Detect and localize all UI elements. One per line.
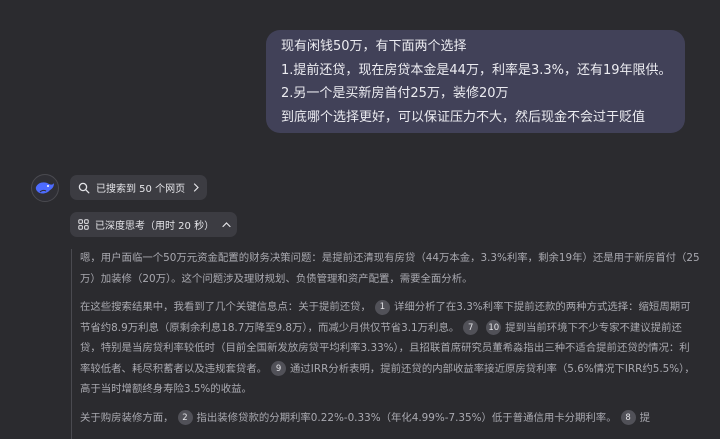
deep-think-label: 已深度思考（用时 20 秒） [95, 221, 215, 232]
user-message-line: 现有闲钱50万，有下面两个选择 [281, 39, 467, 54]
citation-badge[interactable]: 2 [177, 410, 193, 426]
thinking-text: 提 [639, 411, 650, 424]
user-message-line: 1.提前还贷，现在房贷本金是44万，利率是3.3%，还有19年限供。 [281, 62, 672, 78]
thinking-text: 在这些搜索结果中，我看到了几个关键信息点：关于提前还贷， [80, 301, 371, 313]
user-message-line: 到底哪个选择更好，可以保证压力不大，然后现金不会过于贬值 [281, 109, 646, 125]
user-message-bubble: 现有闲钱50万，有下面两个选择 1.提前还贷，现在房贷本金是44万，利率是3.3… [266, 30, 685, 133]
citation-badge[interactable]: 9 [271, 361, 287, 377]
thinking-divider [71, 249, 72, 439]
thinking-text: 关于购房装修方面， [80, 411, 174, 424]
chevron-up-icon [222, 221, 231, 228]
thinking-content: 嗯，用户面临一个50万元资金配置的财务决策问题：是提前还清现有房贷（44万本金，… [80, 248, 700, 436]
thinking-text: 指出装修贷款的分期利率0.22%-0.33%（年化4.99%-7.35%）低于普… [196, 411, 617, 424]
citation-badge[interactable]: 10 [486, 320, 502, 336]
deepthink-icon [78, 219, 89, 230]
user-message-line: 2.另一个是买新房首付25万，装修20万 [281, 86, 509, 101]
search-results-label: 已搜索到 50 个网页 [96, 184, 186, 195]
thinking-paragraph: 嗯，用户面临一个50万元资金配置的财务决策问题：是提前还清现有房贷（44万本金，… [80, 252, 700, 285]
whale-logo-icon [35, 182, 54, 194]
citation-badge[interactable]: 8 [620, 410, 636, 426]
deep-think-chip[interactable]: 已深度思考（用时 20 秒） [70, 212, 237, 237]
thinking-paragraph: 在这些搜索结果中，我看到了几个关键信息点：关于提前还贷， 1 详细分析了在3.3%利… [80, 297, 700, 400]
citation-badge[interactable]: 1 [374, 299, 390, 315]
search-results-chip[interactable]: 已搜索到 50 个网页 [70, 175, 207, 200]
chevron-right-icon [193, 183, 200, 192]
search-globe-icon [78, 182, 90, 194]
citation-badge[interactable]: 7 [463, 320, 479, 336]
thinking-paragraph: 关于购房装修方面， 2 指出装修贷款的分期利率0.22%-0.33%（年化4.99%… [80, 408, 700, 429]
assistant-avatar [31, 174, 59, 202]
